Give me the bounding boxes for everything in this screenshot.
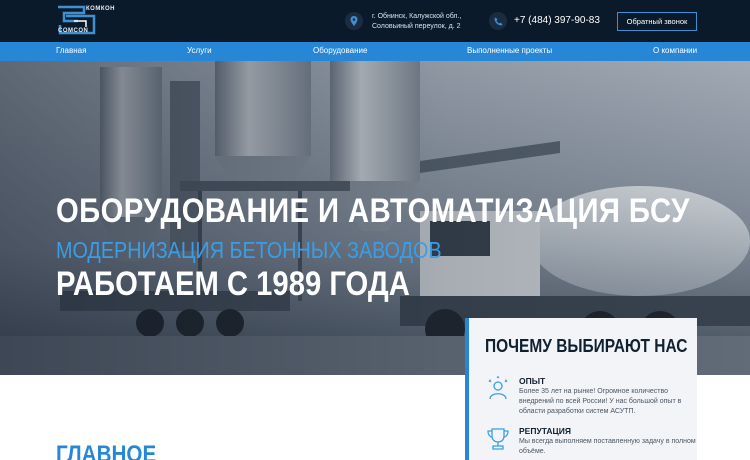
company-address: г. Обнинск, Калужской обл., Соловьиный п… xyxy=(372,12,461,32)
phone-number-link[interactable]: +7 (484) 397-90-83 xyxy=(514,15,600,26)
location-pin-icon xyxy=(345,12,363,30)
trophy-icon xyxy=(487,428,509,450)
why-item-experience-text: Более 35 лет на рынке! Огромное количест… xyxy=(519,388,682,415)
nav-item-equipment[interactable]: Оборудование xyxy=(313,46,367,55)
why-card-title: ПОЧЕМУ ВЫБИРАЮТ НАС xyxy=(485,336,688,356)
phone-icon xyxy=(489,12,507,30)
logo-text-latin: COMCON xyxy=(58,28,89,34)
hero-tagline: РАБОТАЕМ С 1989 ГОДА xyxy=(56,265,410,303)
nav-item-about[interactable]: О компании xyxy=(653,46,697,55)
why-item-reputation-text: Мы всегда выполняем поставленную задачу … xyxy=(519,438,696,455)
why-item-reputation-title: РЕПУТАЦИЯ xyxy=(519,426,571,436)
address-line-1: г. Обнинск, Калужской обл., xyxy=(372,13,462,20)
nav-item-projects[interactable]: Выполненные проекты xyxy=(467,46,552,55)
top-header: КОМКОН COMCON г. Обнинск, Калужской обл.… xyxy=(0,0,750,42)
section-heading: ГЛАВНОЕ xyxy=(56,441,157,460)
address-line-2: Соловьиный переулок, д. 2 xyxy=(372,23,461,30)
nav-item-home[interactable]: Главная xyxy=(56,46,86,55)
company-logo[interactable]: КОМКОН COMCON xyxy=(56,5,116,37)
hero-subtitle: МОДЕРНИЗАЦИЯ БЕТОННЫХ ЗАВОДОВ xyxy=(56,237,442,263)
main-nav: Главная Услуги Оборудование Выполненные … xyxy=(0,42,750,61)
why-choose-us-card: ПОЧЕМУ ВЫБИРАЮТ НАС ОПЫТ Более 35 лет на… xyxy=(465,318,697,460)
why-item-experience-title: ОПЫТ xyxy=(519,376,546,386)
hero-title: ОБОРУДОВАНИЕ И АВТОМАТИЗАЦИЯ БСУ xyxy=(56,192,690,230)
callback-button[interactable]: Обратный звонок xyxy=(617,12,697,31)
expert-icon xyxy=(488,376,508,400)
nav-item-services[interactable]: Услуги xyxy=(187,46,212,55)
logo-text-cyrillic: КОМКОН xyxy=(86,6,115,12)
